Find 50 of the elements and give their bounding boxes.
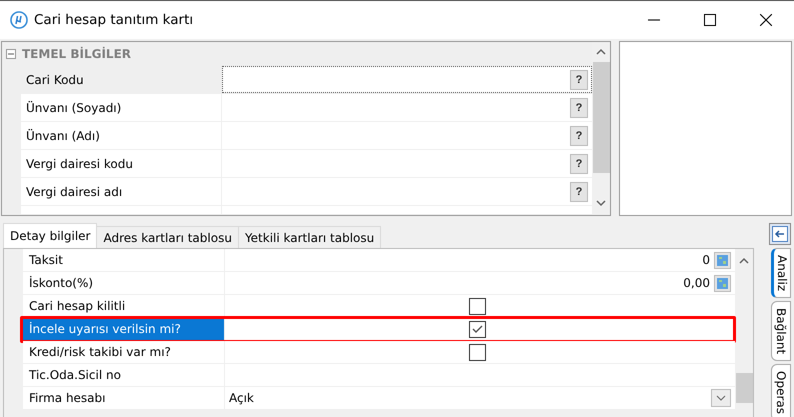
input-field[interactable]: ? xyxy=(222,178,592,205)
app-logo-icon xyxy=(10,11,28,29)
field-value: 0,00 xyxy=(683,276,710,290)
calculator-button[interactable] xyxy=(714,252,731,268)
grid-row[interactable]: Kredi/risk takibi var mı? xyxy=(23,341,735,364)
field-label: Vergi dairesi kodu xyxy=(21,150,222,177)
field-label: Ünvanı (Soyadı) xyxy=(21,94,222,121)
help-button[interactable]: ? xyxy=(570,98,588,118)
grid-row[interactable]: İskonto(%) 0,00 xyxy=(23,272,735,295)
input-field[interactable]: ? xyxy=(222,122,592,149)
maximize-icon xyxy=(704,14,716,26)
tab[interactable]: Yetkili kartları tablosu xyxy=(238,226,382,248)
close-icon xyxy=(760,14,772,26)
tab[interactable]: Detay bilgiler xyxy=(3,223,98,248)
checkbox[interactable] xyxy=(469,298,486,314)
scroll-up-icon[interactable] xyxy=(739,257,749,265)
grid-row[interactable]: Cari hesap kilitli xyxy=(23,295,735,318)
checkbox[interactable] xyxy=(469,320,486,338)
side-tab[interactable]: Bağlant xyxy=(771,301,791,362)
field-value: Açık xyxy=(229,391,254,405)
minimize-icon xyxy=(648,19,660,21)
grid-row[interactable]: Firma hesabı Açık xyxy=(23,387,735,410)
side-tab[interactable]: Operas xyxy=(771,364,791,417)
scroll-up-icon[interactable] xyxy=(596,48,606,56)
field-value: 0 xyxy=(702,253,710,267)
pin-button[interactable] xyxy=(769,223,791,245)
dropdown-button[interactable] xyxy=(711,389,731,407)
help-button[interactable]: ? xyxy=(570,126,588,146)
help-button[interactable]: ? xyxy=(570,182,588,202)
scrollbar-thumb[interactable] xyxy=(592,62,610,173)
check-icon xyxy=(472,324,483,334)
input-field[interactable]: ? xyxy=(222,66,592,93)
field-label: İncele uyarısı verilsin mi? xyxy=(23,318,225,340)
help-button[interactable]: ? xyxy=(570,70,588,90)
input-field[interactable]: ? xyxy=(222,150,592,177)
input-field[interactable]: ? xyxy=(222,94,592,121)
grid-row[interactable]: Tic.Oda.Sicil no xyxy=(23,364,735,387)
field-label: Vergi dairesi adı xyxy=(21,178,222,205)
scrollbar-thumb[interactable] xyxy=(736,373,752,403)
section-title: TEMEL BİLGİLER xyxy=(22,47,132,61)
calculator-button[interactable] xyxy=(714,274,731,292)
window-title: Cari hesap tanıtım kartı xyxy=(34,12,194,28)
scroll-down-icon[interactable] xyxy=(596,199,606,207)
collapse-icon[interactable] xyxy=(6,49,16,59)
side-tab[interactable]: Analiz xyxy=(771,248,791,298)
checkbox[interactable] xyxy=(469,344,486,360)
field-label: Ünvanı (Adı) xyxy=(21,122,222,149)
chevron-down-icon xyxy=(716,395,726,401)
help-button[interactable]: ? xyxy=(570,154,588,174)
grid-row[interactable]: Taksit 0 xyxy=(23,249,735,272)
